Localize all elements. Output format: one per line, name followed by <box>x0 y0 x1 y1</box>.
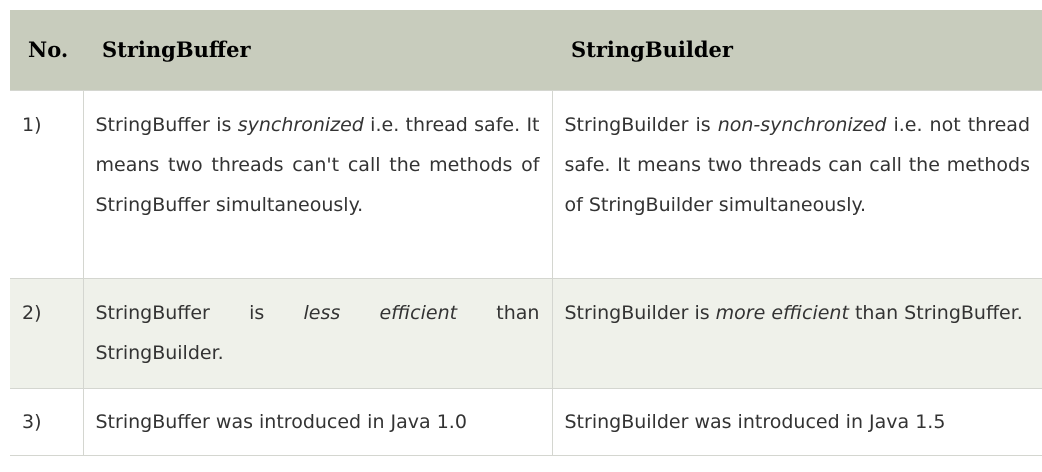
stringbuilder-cell: StringBuilder is non-synchronized i.e. n… <box>551 89 1042 279</box>
cell-emphasis: more efficient <box>715 301 849 324</box>
header-row: No. StringBuffer StringBuilder <box>10 10 1042 90</box>
stringbuilder-cell: StringBuilder was introduced in Java 1.5 <box>551 387 1042 456</box>
row-number: 2) <box>10 277 84 389</box>
cell-text: StringBuffer is <box>95 113 238 136</box>
cell-text: StringBuilder is <box>564 113 718 136</box>
cell-emphasis: less efficient <box>303 301 458 324</box>
stringbuffer-cell: StringBuffer was introduced in Java 1.0 <box>82 387 553 456</box>
cell-emphasis: non-synchronized <box>717 113 887 136</box>
cell-text: StringBuilder is <box>564 301 716 324</box>
stringbuffer-cell: StringBuffer is synchronized i.e. thread… <box>82 89 553 279</box>
header-stringbuilder: StringBuilder <box>571 37 733 63</box>
header-stringbuffer: StringBuffer <box>102 37 251 63</box>
row-number: 3) <box>10 387 84 456</box>
table-row: 3) StringBuffer was introduced in Java 1… <box>10 387 1042 456</box>
row-number: 1) <box>10 89 84 279</box>
cell-emphasis: synchronized <box>237 113 364 136</box>
stringbuffer-cell: StringBuffer is less efficient than Stri… <box>82 277 553 389</box>
table-header: No. StringBuffer StringBuilder <box>10 10 1042 90</box>
comparison-table-container: No. StringBuffer StringBuilder 1) String… <box>10 10 1042 456</box>
stringbuilder-cell: StringBuilder is more efficient than Str… <box>551 277 1042 389</box>
cell-text: than StringBuffer. <box>848 301 1023 324</box>
table-row: 1) StringBuffer is synchronized i.e. thr… <box>10 89 1042 279</box>
table-row: 2) StringBuffer is less efficient than S… <box>10 277 1042 389</box>
cell-text: StringBuffer is <box>95 301 304 324</box>
header-no: No. <box>28 37 69 63</box>
comparison-table: No. StringBuffer StringBuilder 1) String… <box>10 10 1042 456</box>
table-body: 1) StringBuffer is synchronized i.e. thr… <box>10 89 1042 456</box>
